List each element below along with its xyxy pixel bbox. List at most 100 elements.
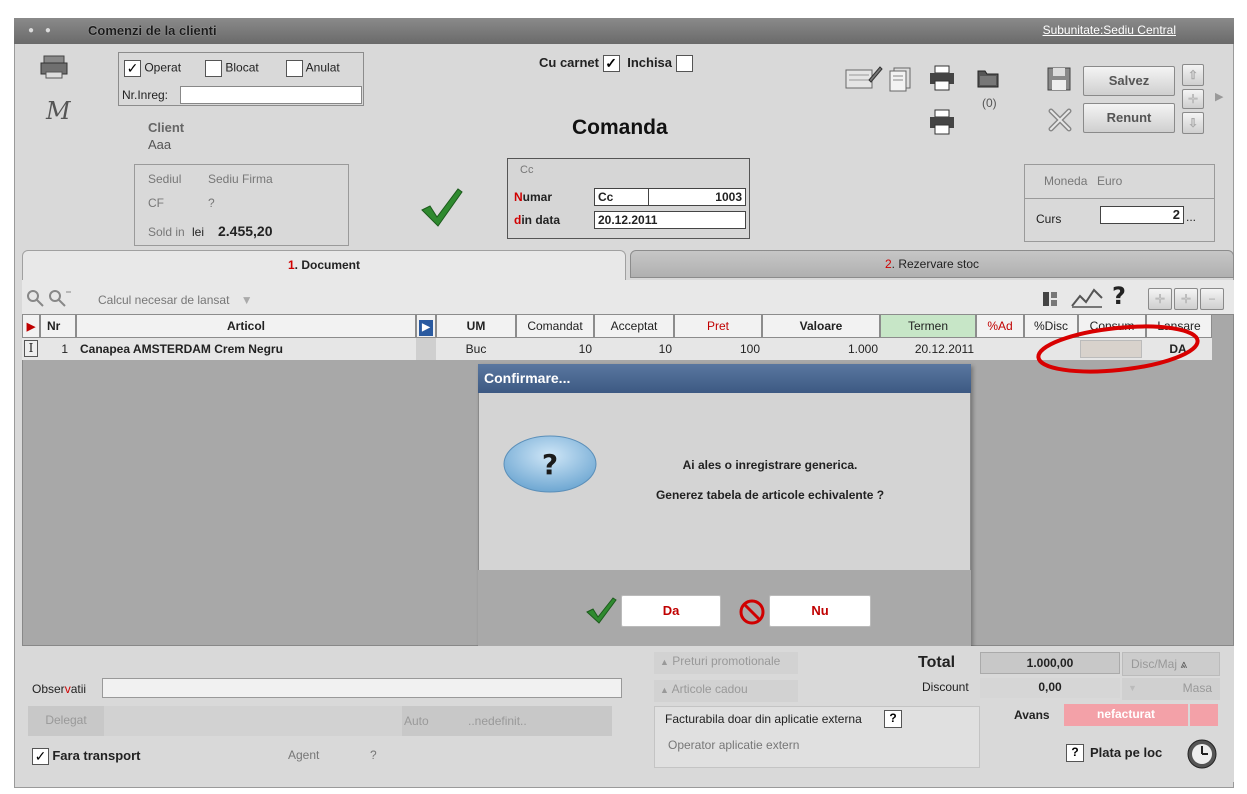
- edit-document-icon[interactable]: [843, 62, 883, 92]
- moneda-value[interactable]: Euro: [1097, 174, 1122, 188]
- cancel-button[interactable]: Renunt: [1083, 103, 1175, 133]
- col-pret[interactable]: Pret: [674, 314, 762, 338]
- zoom-icon[interactable]: [26, 289, 46, 307]
- save-disk-icon[interactable]: [1044, 64, 1074, 94]
- cell-valoare: 1.000: [847, 342, 878, 356]
- dialog-message-line2: Generez tabela de articole echivalente ?: [655, 488, 885, 502]
- dialog-footer: [478, 570, 971, 646]
- cu-carnet-check-box[interactable]: ✓: [602, 55, 620, 73]
- numar-value-input[interactable]: 1003: [648, 188, 746, 206]
- col-nr[interactable]: Nr: [40, 314, 76, 338]
- operat-check-box[interactable]: ✓: [124, 60, 141, 77]
- row-pointer-icon: ▶: [26, 321, 36, 333]
- inchisa-check-box[interactable]: [675, 55, 693, 73]
- col-articol[interactable]: Articol: [76, 314, 416, 338]
- data-input[interactable]: 20.12.2011: [594, 211, 746, 229]
- sediul-value: Sediu Firma: [208, 172, 273, 186]
- curs-input[interactable]: 2: [1100, 206, 1184, 224]
- observatii-input[interactable]: [102, 678, 622, 698]
- cu-carnet-option[interactable]: Cu carnet ✓ Inchisa: [539, 55, 693, 73]
- nav-up-icon[interactable]: ⇧: [1182, 64, 1204, 86]
- collapse-up-icon: ⩓: [1180, 657, 1188, 671]
- nav-down-icon[interactable]: ⇩: [1182, 112, 1204, 134]
- anulat-check-box[interactable]: [286, 60, 303, 77]
- document-title: Comanda: [572, 116, 668, 139]
- blocat-checkbox[interactable]: Blocat: [205, 60, 259, 77]
- chart-icon[interactable]: [1070, 286, 1104, 310]
- calc-necesar-dropdown[interactable]: Calcul necesar de lansat ▼: [98, 293, 253, 307]
- preturi-label: Preturi promotionale: [672, 654, 781, 668]
- sediul-label: Sediul: [148, 172, 182, 186]
- data-label-rest: in data: [521, 213, 561, 227]
- validate-check-icon[interactable]: [420, 186, 464, 228]
- cf-label: CF: [148, 196, 164, 210]
- manual-m-icon[interactable]: M: [46, 97, 71, 125]
- operat-label: Operat: [144, 60, 182, 75]
- cadou-label: Articole cadou: [671, 682, 748, 696]
- cell-articol[interactable]: Canapea AMSTERDAM Crem Negru: [80, 340, 283, 358]
- cell-comandat[interactable]: 10: [516, 340, 592, 358]
- curs-more-button[interactable]: ...: [1186, 210, 1196, 224]
- delete-row-icon[interactable]: −: [1200, 288, 1224, 310]
- col-acceptat[interactable]: Acceptat: [594, 314, 674, 338]
- observatii-label: Observatii: [32, 682, 86, 696]
- preturi-promotionale-button[interactable]: ▲ Preturi promotionale: [654, 652, 798, 674]
- help-icon[interactable]: ?: [1112, 282, 1126, 310]
- col-expand-button[interactable]: ▶: [416, 314, 436, 338]
- auto-label: Auto: [404, 714, 429, 728]
- numar-series-input[interactable]: Cc: [594, 188, 649, 206]
- tab-rezervare-label: . Rezervare stoc: [891, 257, 980, 271]
- folder-icon[interactable]: [976, 66, 1000, 90]
- col-valoare[interactable]: Valoare: [762, 314, 880, 338]
- print-icon[interactable]: [928, 64, 956, 92]
- dialog-message-line1: Ai ales o inregistrare generica.: [682, 458, 858, 472]
- expand-arrow-icon[interactable]: ▶: [1215, 90, 1223, 103]
- disc-maj-label: Disc/Maj: [1131, 657, 1178, 671]
- yes-button[interactable]: Da: [621, 595, 721, 627]
- search-icon[interactable]: [46, 289, 72, 307]
- cell-termen[interactable]: 20.12.2011: [880, 340, 974, 358]
- numar-label-first: N: [514, 190, 523, 204]
- print-preview-icon[interactable]: [928, 108, 956, 136]
- nr-inreg-input[interactable]: [180, 86, 362, 104]
- col-comandat[interactable]: Comandat: [516, 314, 594, 338]
- printer-stack-icon[interactable]: [38, 52, 72, 82]
- tab-rezervare-stoc[interactable]: 2. Rezervare stoc: [630, 250, 1234, 278]
- cell-nr: 1: [61, 342, 68, 356]
- nav-add-icon[interactable]: ✛: [1182, 89, 1204, 109]
- save-button[interactable]: Salvez: [1083, 66, 1175, 96]
- articole-cadou-button[interactable]: ▲ Articole cadou: [654, 680, 798, 702]
- avans-action-button[interactable]: [1190, 704, 1218, 726]
- delegat-button[interactable]: Delegat: [28, 706, 104, 736]
- cancel-x-icon[interactable]: [1046, 106, 1074, 134]
- col-ad[interactable]: %Ad: [976, 314, 1024, 338]
- disc-maj-button[interactable]: Disc/Maj ⩓: [1122, 652, 1220, 676]
- operator-label: Operator aplicatie extern: [668, 738, 800, 752]
- operat-checkbox[interactable]: ✓ Operat: [124, 60, 181, 77]
- col-termen[interactable]: Termen: [880, 314, 976, 338]
- tab-document[interactable]: 1. Document: [22, 250, 626, 280]
- window-controls-icon[interactable]: ● ●: [28, 25, 55, 36]
- client-name[interactable]: Aaa: [148, 137, 171, 152]
- col-um[interactable]: UM: [436, 314, 516, 338]
- clock-icon[interactable]: [1186, 738, 1218, 770]
- cell-pret[interactable]: 100: [674, 340, 760, 358]
- plata-pe-loc-checkbox[interactable]: ?: [1066, 744, 1084, 762]
- no-button[interactable]: Nu: [769, 595, 871, 627]
- columns-icon[interactable]: [1040, 288, 1066, 310]
- facturabila-checkbox[interactable]: ?: [884, 710, 902, 728]
- fara-transport-option[interactable]: ✓ Fara transport: [32, 748, 140, 766]
- cell-acceptat[interactable]: 10: [594, 340, 672, 358]
- facturabila-label: Facturabila doar din aplicatie externa: [665, 712, 862, 726]
- insert-row-icon[interactable]: ✛: [1174, 288, 1198, 310]
- documents-icon[interactable]: [888, 66, 914, 92]
- auto-value: ..nedefinit..: [468, 714, 527, 728]
- inchisa-label: Inchisa: [627, 55, 673, 70]
- fara-transport-check-box[interactable]: ✓: [32, 748, 49, 766]
- masa-button[interactable]: ▼ Masa: [1122, 678, 1220, 700]
- add-row-icon[interactable]: ✛: [1148, 288, 1172, 310]
- discount-value: 0,00: [980, 678, 1120, 698]
- blocat-check-box[interactable]: [205, 60, 222, 77]
- anulat-checkbox[interactable]: Anulat: [286, 60, 340, 77]
- subunit-link[interactable]: Subunitate:Sediu Central: [1043, 23, 1176, 37]
